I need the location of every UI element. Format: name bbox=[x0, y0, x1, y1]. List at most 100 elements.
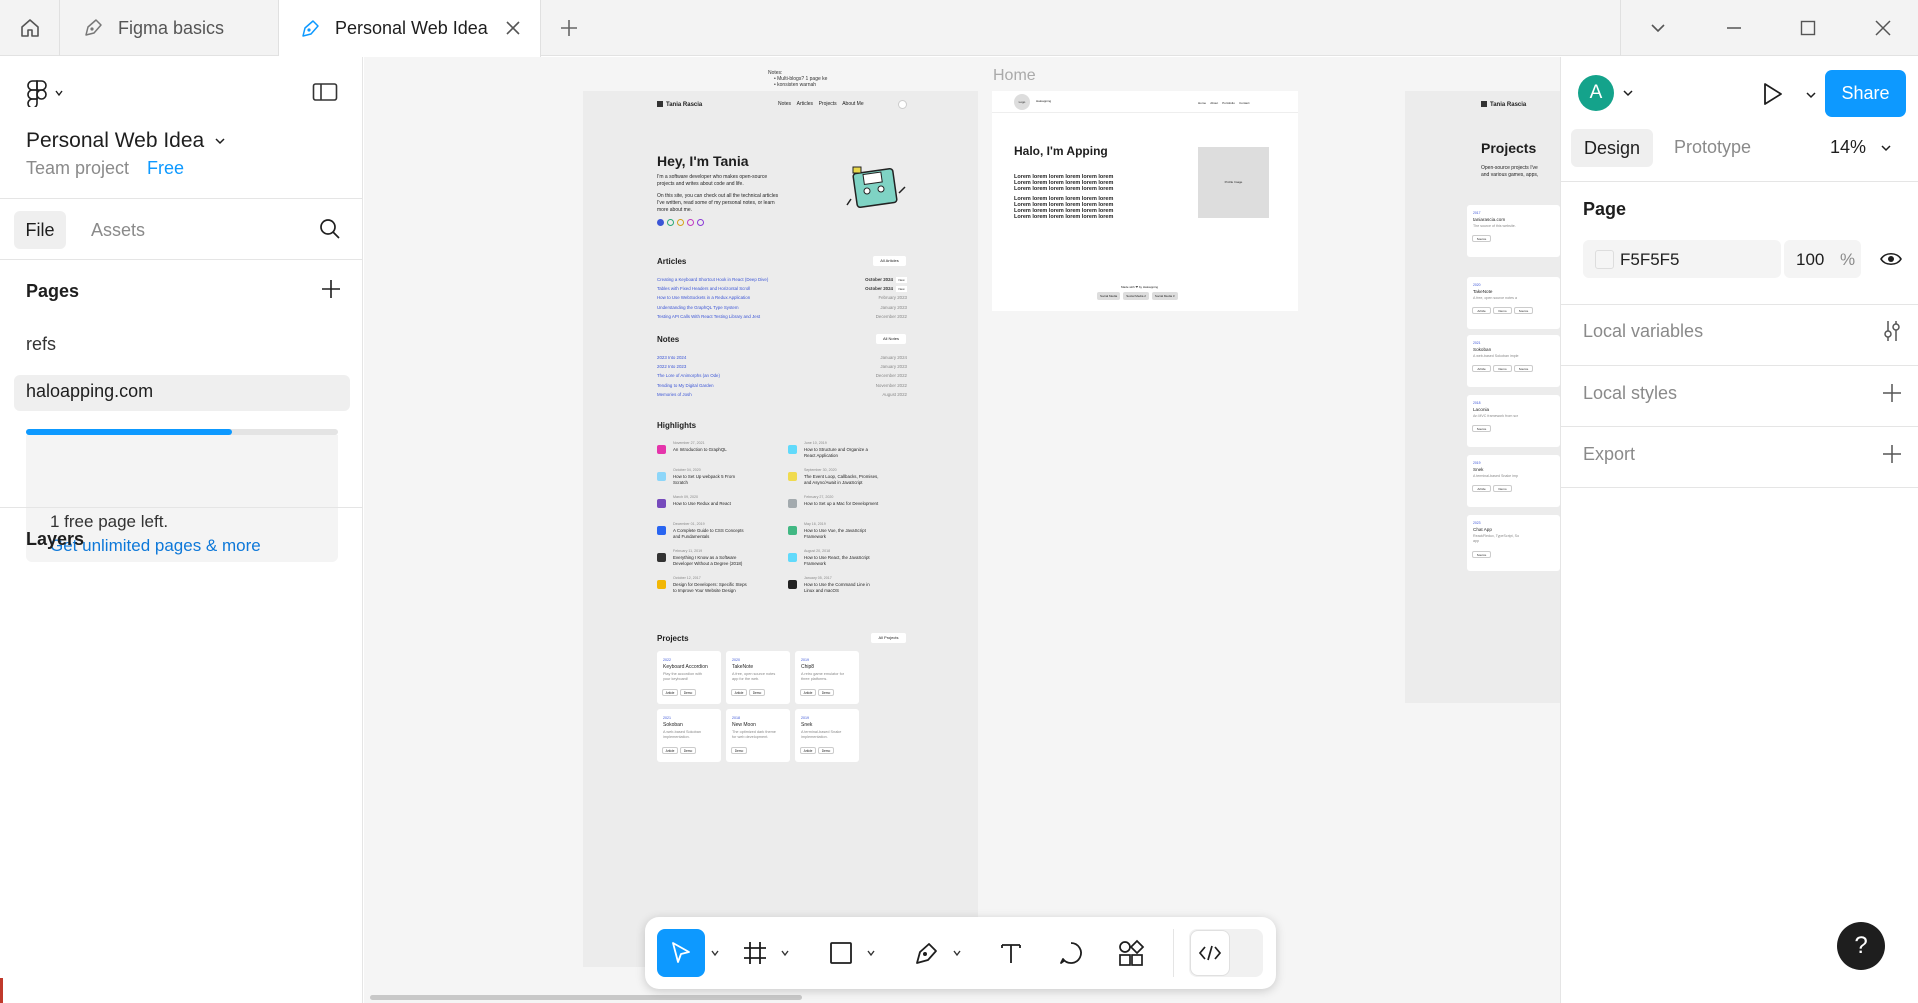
present-button[interactable] bbox=[1759, 81, 1785, 107]
highlight-title-line2: Linux and macOS bbox=[804, 588, 839, 593]
highlight-item: January 05, 2017 How to Use the Command L… bbox=[788, 576, 913, 600]
highlight-item: June 10, 2019 How to Structure and Organi… bbox=[788, 441, 913, 465]
resources-tool-button[interactable] bbox=[1111, 929, 1151, 977]
project-year: 2020 bbox=[1473, 283, 1481, 287]
project-desc: A retro game emulator for bbox=[801, 672, 845, 676]
main-menu-button[interactable] bbox=[26, 79, 64, 107]
project-year: 2019 bbox=[801, 716, 809, 720]
close-icon[interactable] bbox=[503, 18, 523, 38]
sticky-notes-text[interactable]: Notes: • Multi-blogs? 1 page ke • konsis… bbox=[768, 70, 827, 88]
present-options-button[interactable] bbox=[1805, 89, 1817, 101]
rectangle-tool-button[interactable] bbox=[821, 929, 861, 977]
maximize-button[interactable] bbox=[1770, 0, 1846, 56]
avatar: A bbox=[1578, 75, 1614, 111]
tabs-dropdown-button[interactable] bbox=[1620, 0, 1696, 56]
bg-hex-value[interactable]: F5F5F5 bbox=[1620, 250, 1680, 270]
user-menu-button[interactable]: A bbox=[1578, 75, 1634, 111]
tab-file[interactable]: File bbox=[14, 211, 66, 249]
dev-mode-toggle[interactable] bbox=[1189, 929, 1263, 977]
project-name: Keyboard Accordion bbox=[663, 664, 708, 670]
search-button[interactable] bbox=[318, 217, 342, 241]
note-date: December 2022 bbox=[875, 373, 907, 379]
highlight-title-line2: Framework bbox=[804, 534, 826, 539]
move-tool-button[interactable] bbox=[657, 929, 705, 977]
profile-image-placeholder: Profile Image bbox=[1198, 147, 1269, 218]
hero-text: projects and writes about code and life. bbox=[657, 181, 744, 187]
team-label[interactable]: Team project bbox=[26, 158, 129, 179]
horizontal-scrollbar[interactable] bbox=[370, 995, 802, 1000]
page-bg-color-field[interactable]: F5F5F5 bbox=[1583, 240, 1781, 278]
canvas[interactable]: Notes: • Multi-blogs? 1 page ke • konsis… bbox=[364, 57, 1560, 1003]
color-swatch[interactable] bbox=[1595, 250, 1614, 269]
minimize-button[interactable] bbox=[1696, 0, 1772, 56]
toggle-sidebar-button[interactable] bbox=[312, 81, 338, 103]
highlight-title: Everything I Know as a Software bbox=[673, 555, 737, 560]
article-date: January 2023 bbox=[880, 304, 907, 310]
zoom-control[interactable]: 14% bbox=[1830, 137, 1892, 158]
highlight-date: August 20, 2018 bbox=[804, 549, 831, 553]
text-tool-button[interactable] bbox=[991, 929, 1031, 977]
share-button[interactable]: Share bbox=[1825, 70, 1906, 117]
tab-personal-web-idea[interactable]: Personal Web Idea bbox=[279, 0, 541, 57]
local-variables-button[interactable] bbox=[1881, 319, 1903, 343]
highlight-date: December 01, 2019 bbox=[673, 522, 705, 526]
highlight-title-line2: React Application bbox=[804, 453, 838, 458]
project-desc: for web development. bbox=[732, 735, 769, 739]
shape-tool-menu[interactable] bbox=[863, 929, 879, 977]
figma-logo-icon bbox=[26, 79, 48, 107]
plus-icon bbox=[320, 278, 342, 300]
file-title-button[interactable]: Personal Web Idea bbox=[26, 129, 226, 153]
tab-prototype[interactable]: Prototype bbox=[1674, 137, 1751, 158]
project-tag: Demo bbox=[680, 689, 696, 696]
project-tag: Article bbox=[800, 689, 816, 696]
pen-tool-menu[interactable] bbox=[949, 929, 965, 977]
project-card: 2022 Keyboard Accordion Play the accordion… bbox=[657, 651, 721, 704]
note-row: 2023 Into 2024 January 2024 bbox=[657, 354, 907, 362]
add-style-button[interactable] bbox=[1881, 382, 1903, 404]
frame-tool-menu[interactable] bbox=[777, 929, 793, 977]
pen-tool-button[interactable] bbox=[907, 929, 947, 977]
frame-haloapping-home[interactable]: Logo Haloapping Home About Portofolio Co… bbox=[992, 91, 1298, 311]
highlight-item: September 30, 2020 The Event Loop, Callba… bbox=[788, 468, 913, 492]
page-bg-opacity-field[interactable]: 100 % bbox=[1784, 240, 1861, 278]
add-export-button[interactable] bbox=[1881, 443, 1903, 465]
page-item-label: haloapping.com bbox=[26, 381, 154, 401]
frame-label-home[interactable]: Home bbox=[993, 67, 1036, 85]
tab-assets[interactable]: Assets bbox=[91, 220, 145, 241]
project-desc: React/Redux, TypeScript, So bbox=[1473, 534, 1520, 538]
frame-tania-projects[interactable]: Tania Rascia Projects Open-source projec… bbox=[1405, 91, 1560, 703]
help-button[interactable]: ? bbox=[1837, 922, 1885, 970]
tab-file-label: File bbox=[25, 219, 55, 240]
local-variables-label[interactable]: Local variables bbox=[1583, 321, 1703, 342]
frame-tool-button[interactable] bbox=[735, 929, 775, 977]
page-item-haloapping[interactable]: haloapping.com bbox=[14, 375, 350, 411]
tab-figma-basics[interactable]: Figma basics bbox=[60, 0, 279, 56]
tab-design[interactable]: Design bbox=[1571, 129, 1653, 167]
color-theme-dots bbox=[657, 219, 704, 226]
highlight-title: An Introduction to GraphQL bbox=[673, 447, 727, 452]
highlight-title-line2: and Async/Await in JavaScript bbox=[804, 480, 863, 485]
project-year: 2019 bbox=[1473, 461, 1481, 465]
project-card: 2020 TakeNote A free, open source notes app… bbox=[726, 651, 790, 704]
highlight-logo-icon bbox=[657, 580, 666, 589]
chevron-down-icon bbox=[710, 948, 720, 958]
page-item-refs[interactable]: refs bbox=[26, 334, 56, 355]
project-year: 2018 bbox=[1473, 401, 1481, 405]
export-label[interactable]: Export bbox=[1583, 444, 1635, 465]
local-styles-label[interactable]: Local styles bbox=[1583, 383, 1677, 404]
frame-tania-home[interactable]: Tania Rascia Notes Articles Projects Abo… bbox=[583, 91, 978, 967]
project-tag: Article bbox=[731, 689, 747, 696]
new-tab-button[interactable] bbox=[544, 0, 594, 56]
project-card: 2017 taniarascia.com The source of this we… bbox=[1467, 205, 1560, 257]
add-page-button[interactable] bbox=[320, 278, 342, 300]
comment-tool-button[interactable] bbox=[1051, 929, 1091, 977]
move-tool-menu[interactable] bbox=[707, 929, 723, 977]
visibility-toggle[interactable] bbox=[1879, 247, 1903, 271]
highlight-title-line2: to Improve Your Website Design bbox=[673, 588, 736, 593]
highlight-date: February 11, 2019 bbox=[673, 549, 703, 553]
home-tab[interactable] bbox=[0, 0, 60, 56]
variables-sliders-icon bbox=[1881, 319, 1903, 343]
close-window-button[interactable] bbox=[1845, 0, 1918, 56]
plan-badge[interactable]: Free bbox=[147, 158, 184, 179]
project-card: 2020 TakeNote A free, open source notes a A… bbox=[1467, 277, 1560, 329]
